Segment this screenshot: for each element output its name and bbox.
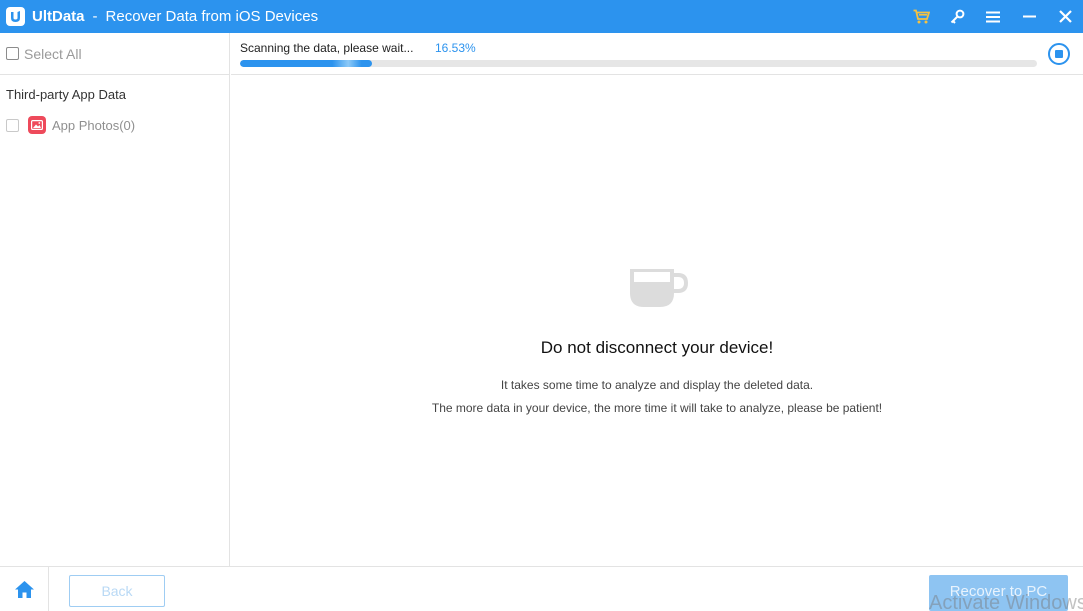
titlebar-controls xyxy=(903,0,1083,33)
title-bar: UltData - Recover Data from iOS Devices xyxy=(0,0,1083,33)
coffee-cup-icon xyxy=(628,267,689,316)
main-headline: Do not disconnect your device! xyxy=(540,338,774,357)
close-icon[interactable] xyxy=(1047,0,1083,33)
sidebar-item-app-photos[interactable]: App Photos(0) xyxy=(0,102,229,134)
select-all-row[interactable]: Select All xyxy=(0,33,229,75)
menu-icon[interactable] xyxy=(975,0,1011,33)
info-text-line-1: It takes some time to analyze and displa… xyxy=(500,378,814,392)
select-all-label: Select All xyxy=(24,45,82,62)
window-subtitle: Recover Data from iOS Devices xyxy=(105,8,319,25)
app-name: UltData xyxy=(32,8,85,25)
photo-icon xyxy=(28,116,46,134)
key-icon[interactable] xyxy=(939,0,975,33)
scan-status-text: Scanning the data, please wait... xyxy=(240,41,414,55)
select-all-checkbox[interactable] xyxy=(6,47,19,60)
stop-icon xyxy=(1055,50,1063,58)
scan-progress-fill xyxy=(240,60,372,67)
category-sidebar: Select All Third-party App Data App Phot… xyxy=(0,33,230,566)
scan-progress-header: Scanning the data, please wait... 16.53% xyxy=(231,33,1083,75)
minimize-icon[interactable] xyxy=(1011,0,1047,33)
home-button[interactable] xyxy=(0,567,49,611)
ultdata-logo-icon xyxy=(6,7,25,26)
sidebar-item-label: App Photos(0) xyxy=(52,117,136,133)
footer-bar: Back Recover to PC xyxy=(0,566,1083,611)
scan-percent: 16.53% xyxy=(435,41,476,55)
title-separator: - xyxy=(92,8,98,25)
back-button[interactable]: Back xyxy=(69,575,165,607)
main-panel: Scanning the data, please wait... 16.53%… xyxy=(231,33,1083,566)
recover-to-pc-button[interactable]: Recover to PC xyxy=(929,575,1068,611)
cart-icon[interactable] xyxy=(903,0,939,33)
stop-scan-button[interactable] xyxy=(1048,43,1070,65)
app-photos-checkbox[interactable] xyxy=(6,118,19,132)
scan-progress-bar xyxy=(240,60,1037,67)
info-text-line-2: The more data in your device, the more t… xyxy=(431,401,883,415)
scan-message-area: Do not disconnect your device! It takes … xyxy=(231,75,1083,566)
home-icon xyxy=(14,580,34,598)
category-heading: Third-party App Data xyxy=(6,87,126,102)
